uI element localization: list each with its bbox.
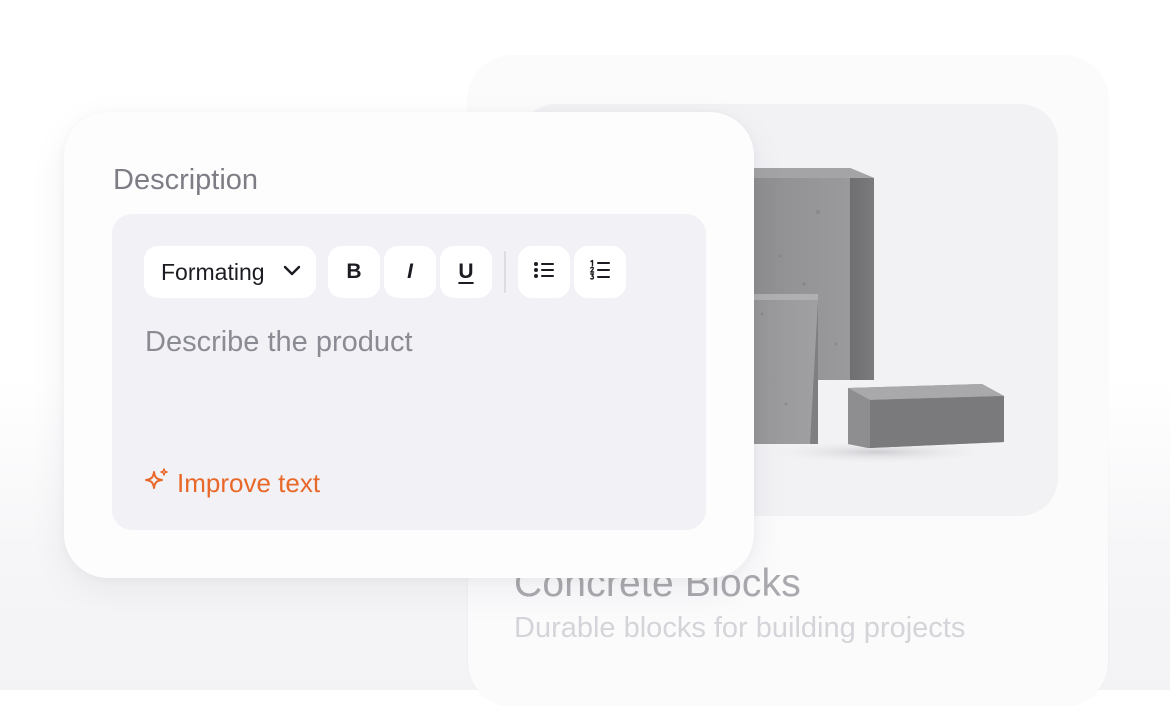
description-label: Description: [113, 164, 259, 196]
numbered-list-button[interactable]: [574, 246, 626, 298]
improve-text-label: Improve text: [177, 467, 321, 498]
bulleted-list-icon: [533, 260, 555, 285]
underline-icon: U: [458, 260, 474, 283]
bold-button[interactable]: B: [328, 246, 380, 298]
underline-button[interactable]: U: [440, 246, 492, 298]
chevron-down-icon: [282, 260, 302, 285]
improve-text-button[interactable]: Improve text: [143, 466, 320, 500]
bold-icon: B: [346, 260, 362, 283]
sparkle-icon: [143, 467, 171, 500]
description-panel: Description Formating B I U Describe the…: [64, 112, 754, 578]
italic-icon: I: [407, 260, 413, 283]
description-textarea[interactable]: [145, 326, 675, 436]
formatting-dropdown-label: Formating: [161, 258, 265, 285]
rich-text-editor: Formating B I U Describe the product Imp…: [112, 214, 706, 530]
italic-button[interactable]: I: [384, 246, 436, 298]
formatting-dropdown[interactable]: Formating: [144, 246, 316, 298]
toolbar-divider: [504, 251, 506, 293]
numbered-list-icon: [589, 259, 611, 286]
bulleted-list-button[interactable]: [518, 246, 570, 298]
product-subtitle: Durable blocks for building projects: [514, 612, 966, 644]
